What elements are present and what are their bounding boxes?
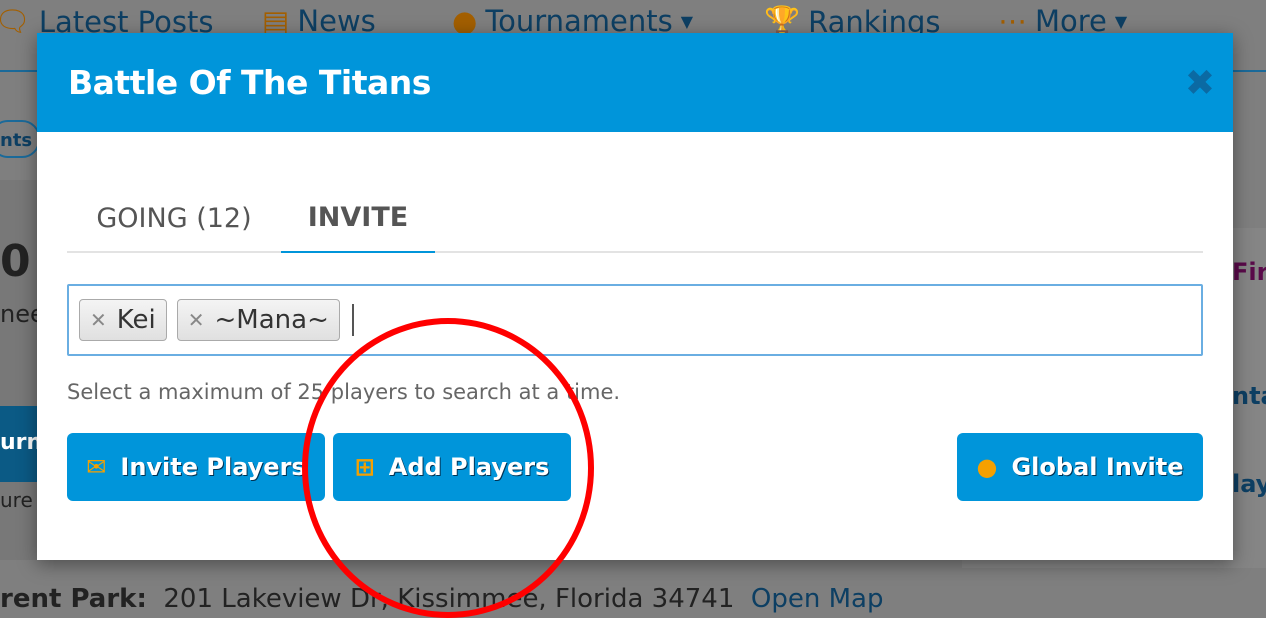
help-text: Select a maximum of 25 players to search… bbox=[67, 380, 621, 404]
modal-header: Battle Of The Titans ✖ bbox=[37, 33, 1233, 132]
caret-down-icon: ▼ bbox=[680, 11, 694, 31]
tab-going[interactable]: GOING (12) bbox=[67, 183, 281, 253]
tournament-modal: Battle Of The Titans ✖ GOING (12) INVITE… bbox=[37, 33, 1233, 560]
modal-tabs: GOING (12) INVITE bbox=[67, 183, 1203, 253]
globe-icon: ● bbox=[976, 453, 998, 481]
plus-square-icon: ⊞ bbox=[354, 453, 375, 481]
remove-tag-icon[interactable]: ✕ bbox=[90, 308, 107, 332]
player-search-input[interactable]: ✕ Kei ✕ ~Mana~ bbox=[67, 284, 1203, 356]
envelope-icon: ✉ bbox=[86, 453, 107, 481]
close-icon[interactable]: ✖ bbox=[1185, 63, 1215, 104]
tab-invite[interactable]: INVITE bbox=[281, 183, 435, 253]
bg-pill[interactable]: nts bbox=[0, 120, 40, 158]
modal-title: Battle Of The Titans bbox=[68, 63, 431, 102]
global-invite-button[interactable]: ● Global Invite bbox=[957, 433, 1203, 501]
chat-icon: 🗨 bbox=[0, 4, 31, 38]
player-tag: ✕ ~Mana~ bbox=[176, 299, 340, 341]
remove-tag-icon[interactable]: ✕ bbox=[188, 308, 205, 332]
caret-down-icon: ▼ bbox=[1114, 11, 1128, 31]
text-cursor bbox=[351, 304, 354, 336]
player-tag: ✕ Kei bbox=[79, 299, 167, 341]
add-players-button[interactable]: ⊞ Add Players bbox=[333, 433, 571, 501]
invite-players-button[interactable]: ✉ Invite Players bbox=[67, 433, 325, 501]
address-line: rent Park: 201 Lakeview Dr, Kissimmee, F… bbox=[0, 584, 884, 614]
